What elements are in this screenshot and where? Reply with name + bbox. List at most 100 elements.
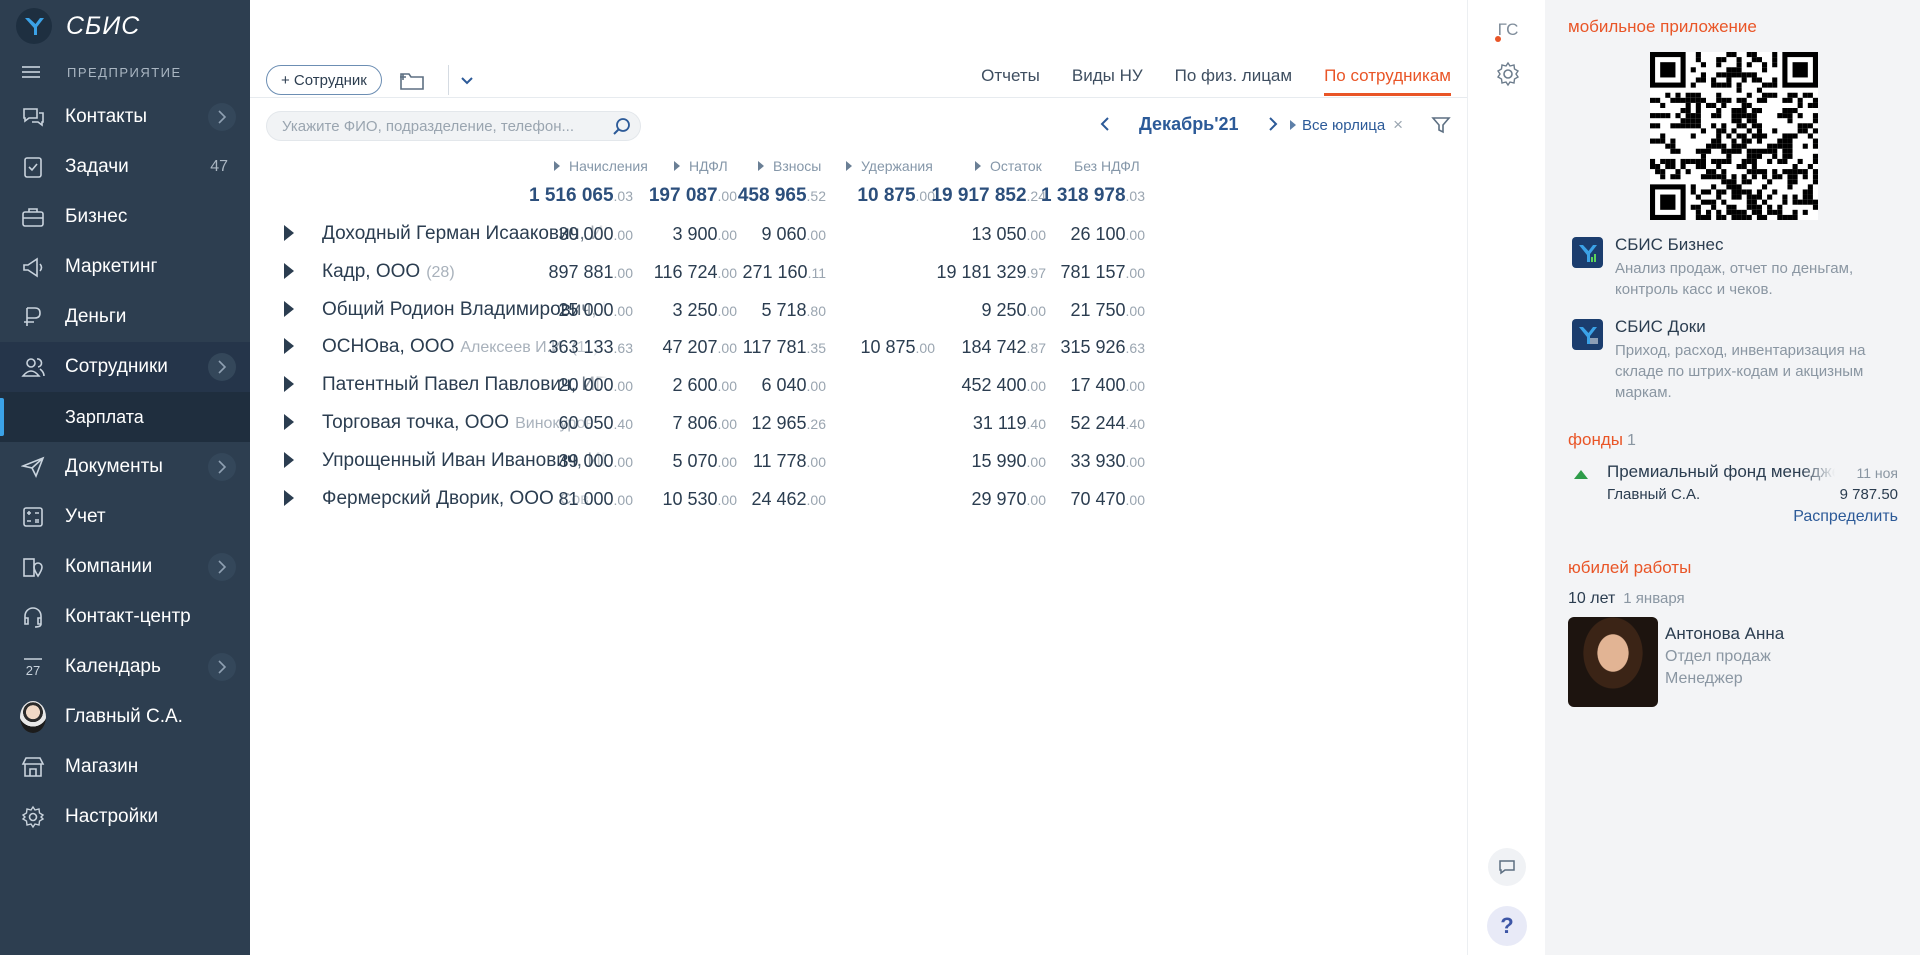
organization-name: Фермерский Дворик, ООО bbox=[322, 487, 554, 509]
chevron-right-icon[interactable] bbox=[208, 353, 236, 381]
close-icon[interactable]: × bbox=[1393, 115, 1403, 135]
tab[interactable]: По сотрудникам bbox=[1324, 66, 1451, 96]
column-total: 19 917 852.24 bbox=[931, 185, 1046, 207]
value-dec: .40 bbox=[1125, 415, 1145, 432]
value-dec: .00 bbox=[1125, 491, 1145, 508]
sidebar-subitem-salary[interactable]: Зарплата bbox=[0, 392, 250, 442]
row-value: 10 530.00 bbox=[662, 489, 737, 510]
settings-gear-icon[interactable] bbox=[1492, 58, 1524, 90]
expand-row-icon[interactable] bbox=[284, 300, 294, 317]
expand-triangle-icon bbox=[975, 161, 981, 171]
column-total: 1 516 065.03 bbox=[529, 185, 633, 207]
chevron-right-icon[interactable] bbox=[208, 453, 236, 481]
prev-period-icon[interactable] bbox=[1095, 112, 1115, 136]
legal-entity-filter[interactable]: Все юрлица × bbox=[1290, 115, 1403, 135]
sidebar-item[interactable]: Задачи 47 bbox=[0, 142, 250, 192]
value-int: 12 965 bbox=[751, 412, 807, 433]
chat-bubbles-icon bbox=[20, 104, 46, 130]
total-dec: .03 bbox=[613, 188, 633, 204]
table-row[interactable]: ОСНОва, ООО Алексеев И.И. (11) 363 133.63 4… bbox=[250, 328, 1467, 366]
expand-row-icon[interactable] bbox=[284, 225, 294, 241]
value-dec: .00 bbox=[717, 491, 737, 508]
period-label[interactable]: Декабрь'21 bbox=[1139, 114, 1239, 135]
sidebar-item[interactable]: Бизнес bbox=[0, 192, 250, 242]
sidebar-item[interactable]: Учет bbox=[0, 492, 250, 542]
qr-code-icon bbox=[1650, 52, 1818, 220]
sidebar-item[interactable]: Магазин bbox=[0, 742, 250, 792]
user-initials-button[interactable]: ГС bbox=[1492, 14, 1524, 46]
value-dec: .00 bbox=[717, 340, 737, 357]
total-int: 10 875 bbox=[857, 185, 916, 206]
sidebar-item[interactable]: Документы bbox=[0, 442, 250, 492]
chevron-right-icon[interactable] bbox=[208, 553, 236, 581]
org-switcher[interactable]: ПРЕДПРИЯТИЕ bbox=[0, 52, 250, 92]
person-photo[interactable] bbox=[1568, 617, 1658, 707]
table-row[interactable]: Фермерский Дворик, ООО Сов 81 000.00 10 530… bbox=[250, 480, 1467, 518]
chevron-right-icon[interactable] bbox=[208, 103, 236, 131]
chat-icon[interactable] bbox=[1488, 848, 1526, 886]
value-int: 7 806 bbox=[672, 412, 718, 433]
filter-icon[interactable] bbox=[1431, 115, 1451, 140]
tab[interactable]: Отчеты bbox=[981, 66, 1040, 96]
search-input[interactable] bbox=[282, 117, 602, 135]
menu-icon[interactable] bbox=[22, 63, 40, 81]
sidebar-item[interactable]: Маркетинг bbox=[0, 242, 250, 292]
sidebar-item-label: Документы bbox=[65, 456, 163, 477]
sidebar-item[interactable]: Контакты bbox=[0, 92, 250, 142]
main-content: + Сотрудник Отчеты Виды НУ По физ. лицам По… bbox=[250, 0, 1467, 955]
add-folder-icon[interactable] bbox=[396, 65, 428, 95]
expand-row-icon[interactable] bbox=[284, 262, 294, 279]
chevron-down-icon[interactable] bbox=[451, 65, 483, 95]
table-row[interactable]: Патентный Павел Павлович, ИП 20 000.00 2 6… bbox=[250, 366, 1467, 404]
table-row[interactable]: Кадр, ООО (28) 897 881.00 116 724.00 271 160… bbox=[250, 253, 1467, 291]
column-header[interactable]: Взносы bbox=[758, 158, 821, 174]
column-header[interactable]: Начисления bbox=[554, 158, 648, 174]
chevron-right-icon[interactable] bbox=[208, 653, 236, 681]
table-row[interactable]: Доходный Герман Исаакович, ИП 30 000.00 3 … bbox=[250, 215, 1467, 253]
table-row[interactable]: Общий Родион Владимирович, ИП 25 000.00 3 … bbox=[250, 291, 1467, 329]
value-int: 2 600 bbox=[672, 375, 718, 396]
value-int: 452 400 bbox=[961, 375, 1027, 396]
value-dec: .00 bbox=[613, 227, 633, 243]
expand-row-icon[interactable] bbox=[284, 413, 294, 430]
jubilee-date: 1 января bbox=[1623, 590, 1685, 607]
next-period-icon[interactable] bbox=[1263, 112, 1283, 136]
column-header[interactable]: НДФЛ bbox=[674, 158, 728, 174]
task-count-badge: 47 bbox=[210, 158, 228, 175]
tab[interactable]: Виды НУ bbox=[1072, 66, 1143, 96]
tab[interactable]: По физ. лицам bbox=[1175, 66, 1292, 96]
add-employee-button[interactable]: + Сотрудник bbox=[266, 65, 382, 95]
sidebar-item[interactable]: Компании bbox=[0, 542, 250, 592]
expand-row-icon[interactable] bbox=[284, 489, 294, 506]
column-header[interactable]: Без НДФЛ bbox=[1074, 158, 1140, 174]
sidebar-item[interactable]: Деньги bbox=[0, 292, 250, 342]
jubilee-years: 10 лет bbox=[1568, 590, 1616, 607]
brand[interactable]: СБИС bbox=[0, 0, 250, 52]
value-dec: .00 bbox=[613, 302, 633, 319]
sidebar-item-label: Главный С.А. bbox=[65, 706, 183, 727]
sidebar-item[interactable]: Сотрудники bbox=[0, 342, 250, 392]
search-icon[interactable] bbox=[612, 117, 632, 142]
table-row[interactable]: Упрощенный Иван Иванович, ИП 39 000.00 5 0… bbox=[250, 442, 1467, 480]
column-header[interactable]: Остаток bbox=[975, 158, 1042, 174]
total-int: 458 965 bbox=[737, 185, 807, 206]
search-box bbox=[266, 111, 641, 141]
person-department: Отдел продаж bbox=[1665, 648, 1771, 665]
column-label: Начисления bbox=[569, 158, 648, 174]
column-header[interactable]: Удержания bbox=[846, 158, 933, 174]
help-icon[interactable]: ? bbox=[1487, 906, 1527, 946]
person-name[interactable]: Антонова Анна bbox=[1665, 624, 1784, 644]
distribute-link[interactable]: Распределить bbox=[1793, 508, 1898, 526]
column-total: 10 875.00 bbox=[857, 185, 935, 207]
table-row[interactable]: Торговая точка, ООО Винокуров 60 050.40 7 8… bbox=[250, 404, 1467, 442]
value-int: 81 000 bbox=[558, 488, 614, 509]
sidebar-item[interactable]: Контакт-центр bbox=[0, 592, 250, 642]
sidebar-item[interactable]: 27 Календарь bbox=[0, 642, 250, 692]
expand-row-icon[interactable] bbox=[284, 338, 294, 355]
expand-row-icon[interactable] bbox=[284, 451, 294, 468]
sidebar-item[interactable]: Настройки bbox=[0, 792, 250, 842]
value-int: 271 160 bbox=[742, 261, 808, 282]
expand-row-icon[interactable] bbox=[284, 376, 294, 393]
sidebar-item[interactable]: Главный С.А. bbox=[0, 692, 250, 742]
jubilee-heading: юбилей работы bbox=[1568, 558, 1692, 577]
